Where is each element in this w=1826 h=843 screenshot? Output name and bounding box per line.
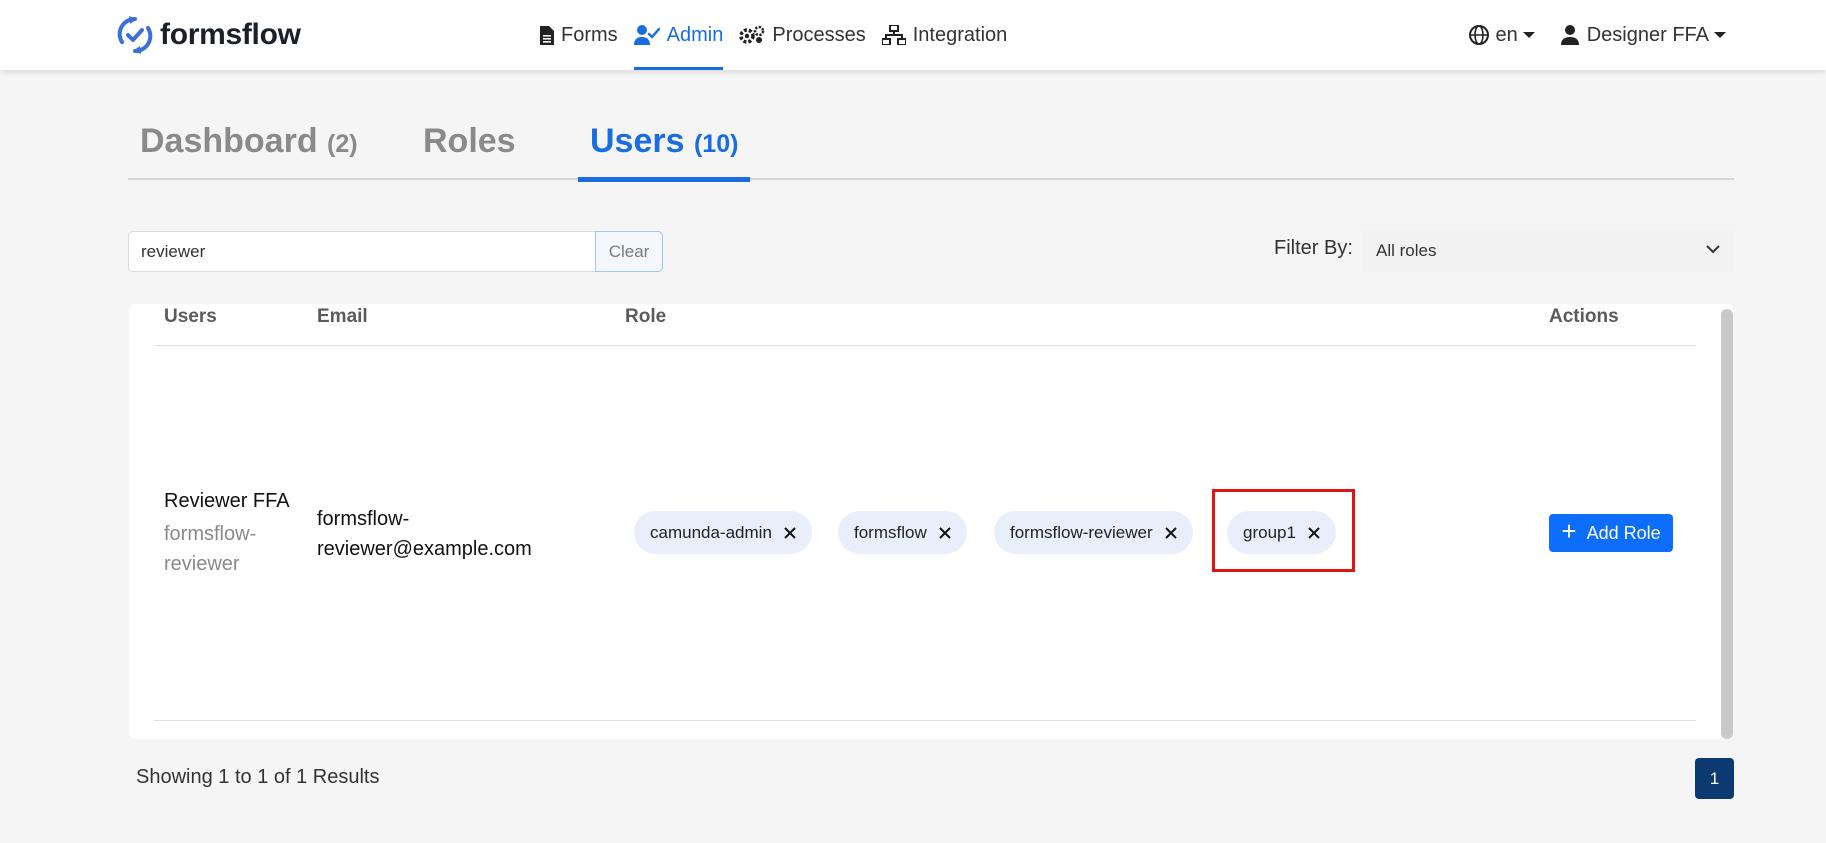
user-icon bbox=[1560, 25, 1579, 45]
nav-integration[interactable]: Integration bbox=[881, 0, 1008, 70]
tab-dashboard-label: Dashboard bbox=[140, 122, 318, 160]
role-chip-label: formsflow bbox=[854, 522, 927, 542]
tab-roles-label: Roles bbox=[423, 122, 516, 160]
main-nav: Forms Admin Processes Integration bbox=[540, 0, 1023, 70]
tab-dashboard-count: (2) bbox=[327, 130, 358, 158]
user-name-label: Designer FFA bbox=[1586, 23, 1709, 46]
network-icon bbox=[881, 25, 906, 45]
brand-logo[interactable]: formsflow bbox=[116, 14, 301, 56]
gears-icon bbox=[739, 25, 765, 44]
role-chip: formsflow bbox=[838, 511, 967, 554]
clear-button[interactable]: Clear bbox=[595, 231, 663, 272]
tab-roles[interactable]: Roles bbox=[411, 122, 528, 180]
remove-role-icon[interactable] bbox=[939, 526, 951, 539]
user-email: formsflow-reviewer@example.com bbox=[317, 508, 532, 560]
nav-processes[interactable]: Processes bbox=[739, 0, 866, 70]
chevron-down-icon bbox=[1706, 245, 1720, 254]
tab-dashboard[interactable]: Dashboard (2) bbox=[128, 122, 370, 180]
remove-role-icon[interactable] bbox=[1164, 526, 1177, 539]
tab-users-label: Users bbox=[590, 122, 685, 160]
table-header-divider bbox=[154, 345, 1696, 346]
results-summary: Showing 1 to 1 of 1 Results bbox=[136, 766, 380, 788]
role-chip: formsflow-reviewer bbox=[994, 511, 1193, 554]
pagination-page-button[interactable]: 1 bbox=[1695, 758, 1734, 799]
role-filter-value: All roles bbox=[1376, 241, 1437, 260]
brand-name: formsflow bbox=[160, 18, 301, 51]
tab-users-count: (10) bbox=[693, 130, 739, 158]
nav-integration-label: Integration bbox=[912, 23, 1008, 46]
chevron-down-icon bbox=[1714, 32, 1726, 38]
language-label: en bbox=[1495, 23, 1518, 46]
role-chip: camunda-admin bbox=[634, 511, 812, 554]
nav-right: en Designer FFA bbox=[1443, 0, 1726, 70]
nav-admin-label: Admin bbox=[666, 23, 724, 46]
column-header-actions: Actions bbox=[1549, 306, 1619, 327]
nav-processes-label: Processes bbox=[772, 23, 866, 46]
remove-role-icon[interactable] bbox=[784, 526, 796, 539]
search-input[interactable] bbox=[141, 232, 591, 271]
user-display-name: Reviewer FFA bbox=[164, 490, 290, 512]
nav-forms[interactable]: Forms bbox=[540, 0, 618, 70]
column-header-users: Users bbox=[164, 306, 217, 327]
user-search: Clear bbox=[128, 231, 663, 272]
role-filter-select[interactable]: All roles bbox=[1362, 230, 1734, 272]
formsflow-logo-icon bbox=[117, 16, 153, 54]
plus-icon: + bbox=[1561, 516, 1577, 546]
nav-forms-label: Forms bbox=[561, 23, 618, 46]
add-role-label: Add Role bbox=[1586, 522, 1661, 543]
user-username: formsflow-reviewer bbox=[164, 523, 257, 575]
globe-icon bbox=[1469, 25, 1490, 45]
role-chip-label: formsflow-reviewer bbox=[1010, 522, 1153, 542]
user-menu-dropdown[interactable]: Designer FFA bbox=[1560, 23, 1726, 47]
column-header-role: Role bbox=[625, 306, 667, 327]
highlight-box bbox=[1212, 489, 1355, 572]
filter-label: Filter By: bbox=[1274, 237, 1353, 259]
table-row-divider bbox=[154, 720, 1696, 721]
column-header-email: Email bbox=[317, 306, 368, 327]
nav-admin[interactable]: Admin bbox=[633, 0, 724, 70]
table-scrollbar[interactable] bbox=[1721, 309, 1733, 739]
admin-tabs: Dashboard (2) Roles Users (10) bbox=[128, 108, 1734, 182]
role-chip-label: camunda-admin bbox=[650, 522, 772, 542]
tab-users[interactable]: Users (10) bbox=[578, 122, 751, 182]
chevron-down-icon bbox=[1522, 32, 1535, 38]
add-role-button[interactable]: + Add Role bbox=[1549, 514, 1673, 552]
language-dropdown[interactable]: en bbox=[1469, 23, 1535, 47]
user-check-icon bbox=[633, 25, 660, 45]
top-navbar: formsflow Forms Admin Processes Integrat… bbox=[0, 0, 1826, 70]
file-icon bbox=[540, 25, 554, 45]
